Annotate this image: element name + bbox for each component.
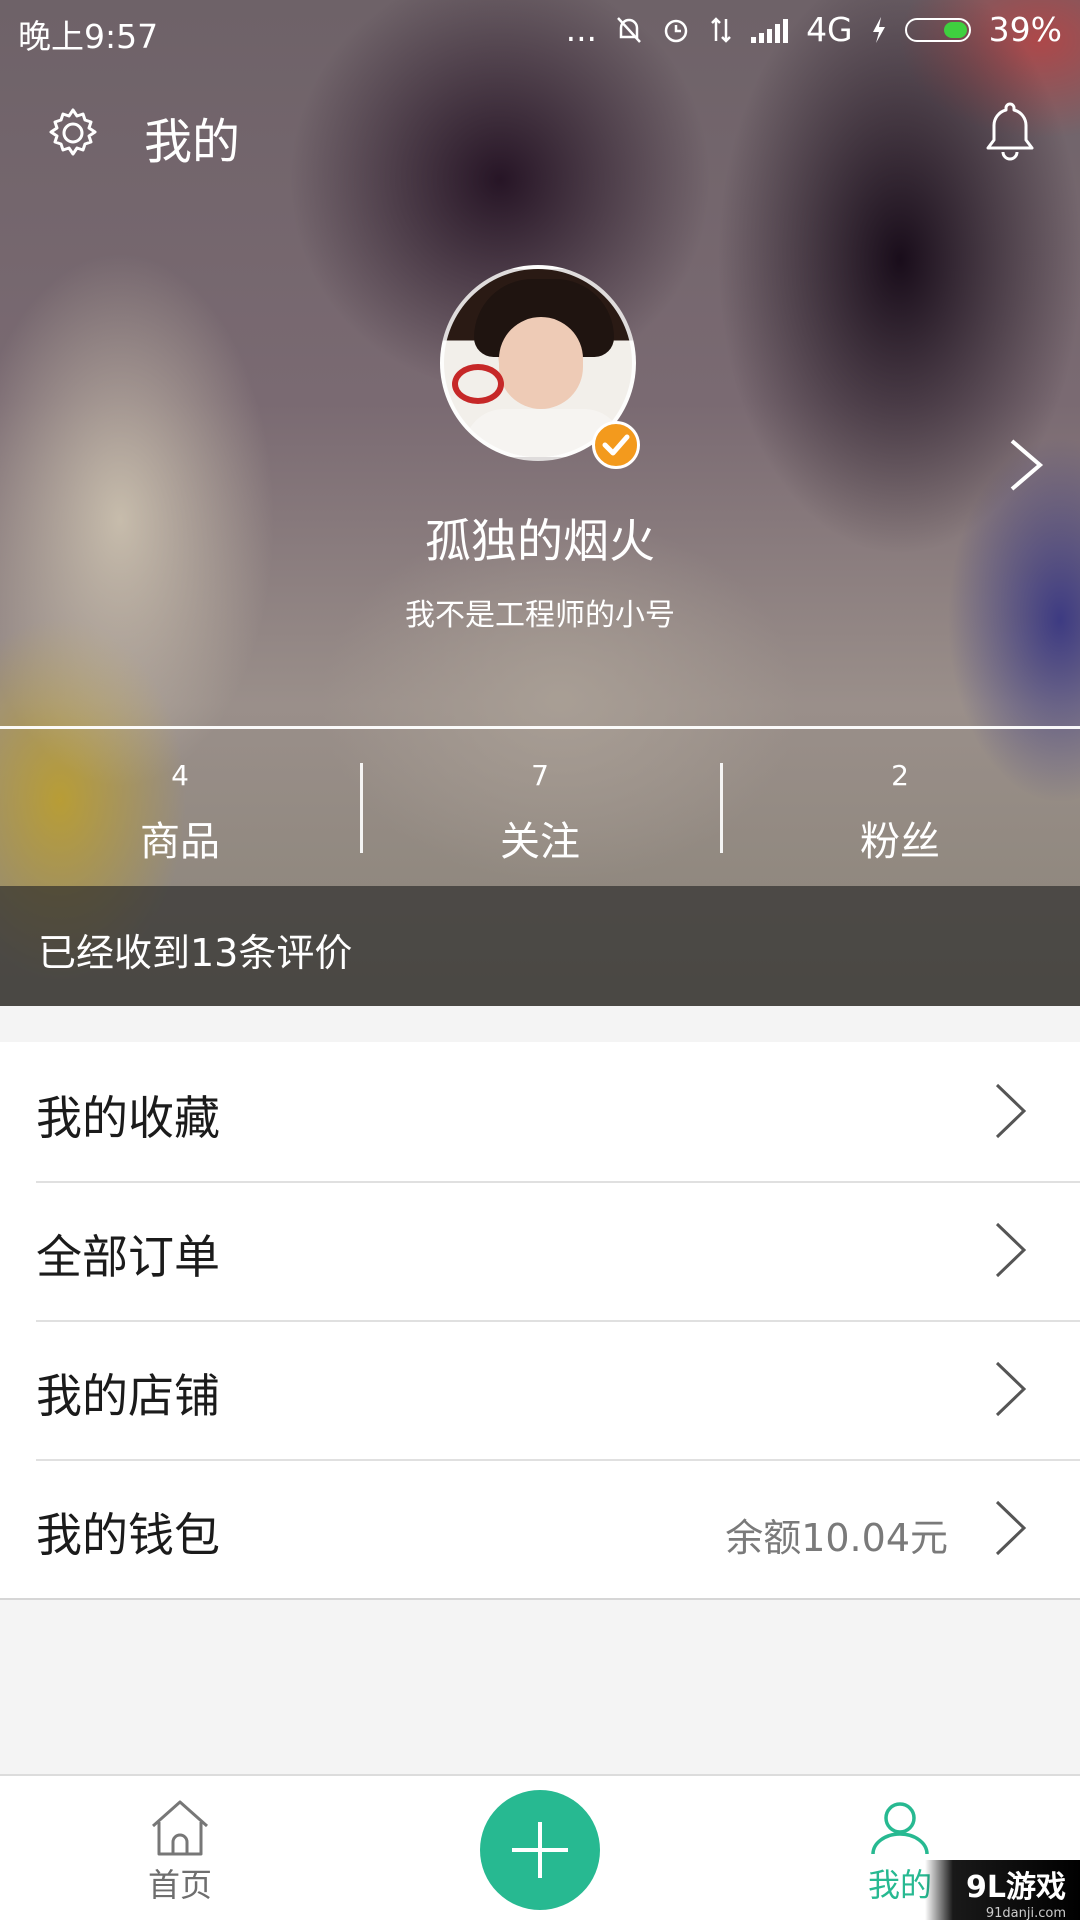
status-time: 晚上9:57: [18, 17, 159, 56]
stat-value: 4: [171, 759, 189, 792]
nav-home[interactable]: 首页: [120, 1798, 240, 1908]
mute-icon: [617, 16, 641, 43]
signal-icon: [751, 17, 789, 43]
plus-icon: [512, 1822, 568, 1878]
charging-icon: [872, 16, 885, 43]
menu-list: 我的收藏 全部订单 我的店铺 我的钱包 余额10.04元: [0, 1042, 1080, 1600]
alarm-icon: [664, 19, 688, 42]
chevron-right-icon: [995, 1222, 1027, 1278]
battery-percent: 39%: [988, 10, 1062, 49]
stat-value: 7: [531, 759, 549, 792]
network-type: 4G: [806, 10, 853, 49]
bottom-nav: 首页 我的: [0, 1774, 1080, 1922]
chevron-right-icon[interactable]: [1008, 437, 1044, 493]
stat-value: 2: [891, 759, 909, 792]
status-bar: 晚上9:57 ... 4G 39%: [0, 0, 1080, 60]
more-notifications-icon: ...: [565, 10, 598, 49]
reviews-text: 已经收到13条评价: [38, 931, 353, 975]
add-button[interactable]: [480, 1790, 600, 1910]
data-transfer-icon: [711, 16, 731, 43]
chevron-right-icon: [995, 1500, 1027, 1556]
gear-icon[interactable]: [44, 104, 102, 162]
stat-label: 商品: [140, 819, 220, 865]
watermark: 9L游戏 91danji.com: [925, 1860, 1080, 1921]
chevron-right-icon: [995, 1361, 1027, 1417]
menu-item-wallet[interactable]: 我的钱包 余额10.04元: [0, 1459, 1080, 1598]
menu-item-favorites[interactable]: 我的收藏: [0, 1042, 1080, 1181]
nav-home-label: 首页: [147, 1866, 212, 1904]
wallet-balance: 余额10.04元: [725, 1516, 948, 1560]
stat-products[interactable]: 4 商品: [0, 729, 360, 886]
stat-label: 粉丝: [860, 819, 940, 865]
stat-following[interactable]: 7 关注: [360, 729, 720, 886]
person-icon: [871, 1802, 929, 1855]
menu-item-shop[interactable]: 我的店铺: [0, 1320, 1080, 1459]
menu-item-label: 我的钱包: [36, 1508, 220, 1562]
watermark-title: 9L游戏: [966, 1870, 1066, 1905]
battery-icon: [904, 17, 971, 42]
stat-fans[interactable]: 2 粉丝: [720, 729, 1080, 886]
bio: 我不是工程师的小号: [405, 598, 675, 633]
stats-bar: 4 商品 7 关注 2 粉丝: [0, 729, 1080, 886]
watermark-url: 91danji.com: [985, 1906, 1066, 1921]
top-bar: 我的: [0, 80, 1080, 190]
menu-item-label: 全部订单: [36, 1230, 220, 1284]
reviews-bar[interactable]: 已经收到13条评价: [0, 886, 1080, 1006]
menu-item-label: 我的店铺: [36, 1369, 220, 1423]
profile-banner: 晚上9:57 ... 4G 39% 我的 孤独的烟火 我不是工程师的小号 4 商…: [0, 0, 1080, 1006]
stat-label: 关注: [500, 819, 580, 865]
verified-badge: [592, 421, 640, 469]
check-icon: [602, 434, 630, 456]
bell-icon[interactable]: [984, 100, 1036, 162]
nickname: 孤独的烟火: [425, 514, 655, 568]
chevron-right-icon: [995, 1083, 1027, 1139]
page-title: 我的: [144, 114, 241, 170]
home-icon: [152, 1800, 208, 1856]
menu-item-label: 我的收藏: [36, 1091, 220, 1145]
status-icons: ... 4G 39%: [566, 10, 1062, 49]
menu-item-orders[interactable]: 全部订单: [0, 1181, 1080, 1320]
